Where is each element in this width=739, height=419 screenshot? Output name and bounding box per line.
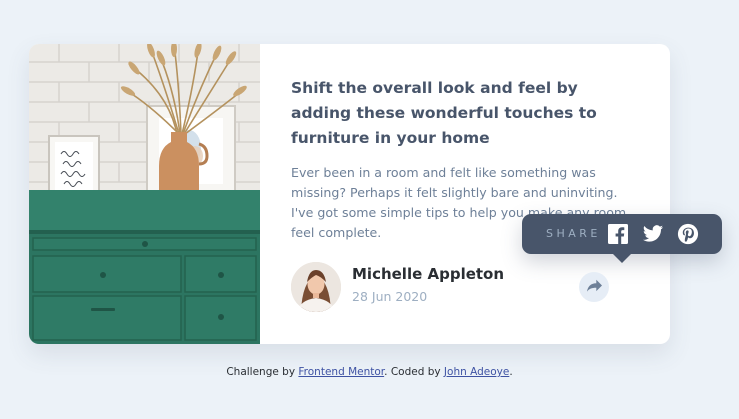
post-date: 28 Jun 2020 bbox=[352, 289, 428, 304]
article-headline[interactable]: Shift the overall look and feel by addin… bbox=[291, 76, 631, 151]
share-button[interactable] bbox=[579, 272, 609, 302]
facebook-icon[interactable] bbox=[607, 223, 629, 245]
drawers-photo bbox=[29, 44, 260, 344]
author-name: Michelle Appleton bbox=[352, 265, 505, 283]
avatar-photo bbox=[291, 262, 341, 312]
author-link[interactable]: John Adeoye bbox=[444, 366, 509, 378]
twitter-icon[interactable] bbox=[642, 223, 664, 245]
frontend-mentor-link[interactable]: Frontend Mentor bbox=[298, 366, 384, 378]
article-content: Shift the overall look and feel by addin… bbox=[291, 44, 670, 344]
share-label: SHARE bbox=[546, 227, 601, 240]
attribution-suffix: . bbox=[509, 366, 513, 378]
attribution-middle: . Coded by bbox=[384, 366, 444, 378]
share-popup: SHARE bbox=[522, 214, 722, 263]
attribution-prefix: Challenge by bbox=[226, 366, 299, 378]
article-card: Shift the overall look and feel by addin… bbox=[29, 44, 670, 344]
share-arrow-icon bbox=[586, 279, 602, 295]
attribution: Challenge by Frontend Mentor. Coded by J… bbox=[0, 366, 739, 378]
pinterest-icon[interactable] bbox=[677, 223, 699, 245]
